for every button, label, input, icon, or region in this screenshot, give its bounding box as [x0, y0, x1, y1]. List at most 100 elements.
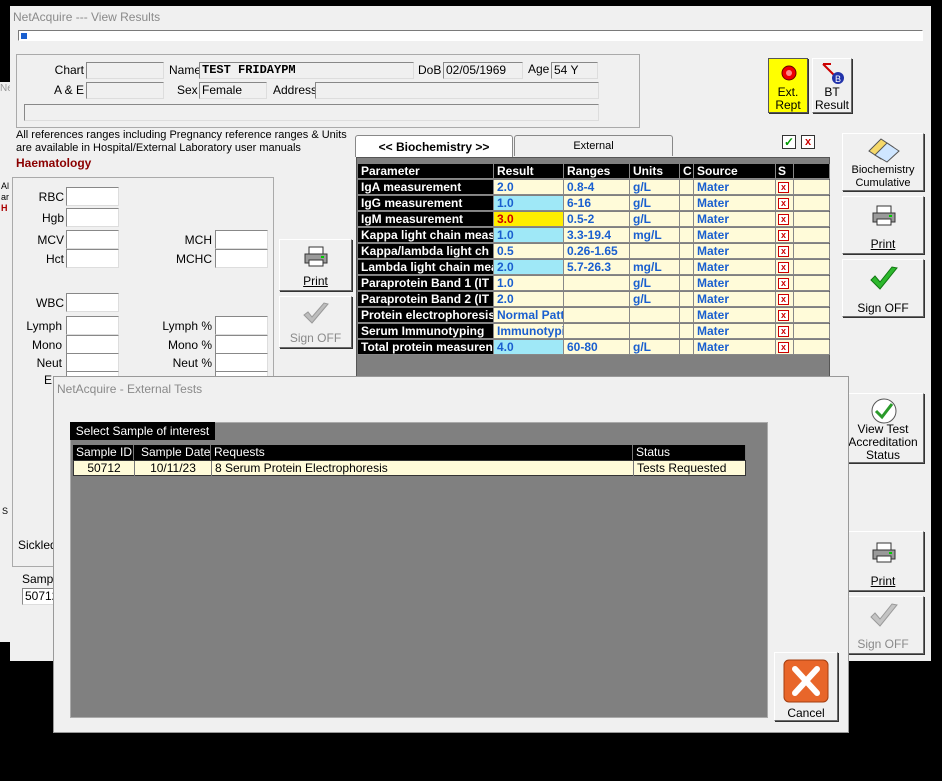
- neut-field[interactable]: [66, 353, 119, 372]
- cell-c: [680, 340, 694, 355]
- cell-s[interactable]: x: [776, 228, 794, 243]
- table-row[interactable]: Protein electrophoresis Normal Patt Mater x: [358, 308, 830, 324]
- ae-field[interactable]: [86, 82, 164, 99]
- unselected-checkbox-icon[interactable]: x: [778, 326, 789, 338]
- dialog-header-requests[interactable]: Requests: [211, 445, 633, 460]
- unselected-checkbox-icon[interactable]: x: [778, 214, 789, 226]
- sign-off-button-right[interactable]: Sign OFF: [842, 259, 924, 317]
- cell-result: 2.0: [494, 260, 564, 275]
- mcv-field[interactable]: [66, 230, 119, 249]
- lymph-field[interactable]: [66, 316, 119, 335]
- table-row[interactable]: IgA measurement 2.0 0.8-4 g/L Mater x: [358, 180, 830, 196]
- rbc-field[interactable]: [66, 187, 119, 206]
- sex-field[interactable]: Female: [199, 82, 267, 99]
- print-button-lower[interactable]: Print: [842, 531, 924, 591]
- unselected-checkbox-icon[interactable]: x: [778, 310, 789, 322]
- header-s[interactable]: S: [776, 164, 794, 179]
- ext-rept-button[interactable]: Ext. Rept: [768, 58, 808, 113]
- table-row[interactable]: Kappa light chain meas 1.0 3.3-19.4 mg/L Mat…: [358, 228, 830, 244]
- table-row[interactable]: IgM measurement 3.0 0.5-2 g/L Mater x: [358, 212, 830, 228]
- cell-s[interactable]: x: [776, 212, 794, 227]
- cell-s[interactable]: x: [776, 180, 794, 195]
- mono-pct-field[interactable]: [215, 335, 268, 354]
- bt-result-button[interactable]: B BT Result: [812, 58, 852, 113]
- age-label: Age: [528, 62, 550, 76]
- unselected-checkbox-icon[interactable]: x: [778, 342, 789, 354]
- print-button-right[interactable]: Print: [842, 196, 924, 254]
- lymph-pct-field[interactable]: [215, 316, 268, 335]
- tab-external[interactable]: External: [514, 135, 673, 156]
- cell-s[interactable]: x: [776, 324, 794, 339]
- unselected-checkbox-icon[interactable]: x: [778, 262, 789, 274]
- checkmark-icon: [869, 264, 899, 294]
- cell-c: [680, 228, 694, 243]
- table-row[interactable]: Lambda light chain mea 2.0 5.7-26.3 mg/L Mat…: [358, 260, 830, 276]
- mch-field[interactable]: [215, 230, 268, 249]
- cell-c: [680, 212, 694, 227]
- unselected-checkbox-icon[interactable]: x: [778, 198, 789, 210]
- deselect-all-checkbox[interactable]: x: [801, 135, 815, 149]
- header-ranges[interactable]: Ranges: [564, 164, 630, 179]
- cell-s[interactable]: x: [776, 276, 794, 291]
- hct-field[interactable]: [66, 249, 119, 268]
- table-row[interactable]: Serum Immunotyping Immunotypi Mater x: [358, 324, 830, 340]
- print-button-right-label: Print: [870, 237, 896, 251]
- name-field[interactable]: TEST FRIDAYPM: [199, 62, 414, 79]
- cell-s[interactable]: x: [776, 340, 794, 355]
- mono-field[interactable]: [66, 335, 119, 354]
- chart-field[interactable]: [86, 62, 164, 79]
- reference-note-line2: are available in Hospital/External Labor…: [16, 142, 301, 154]
- dialog-header-sample-date[interactable]: Sample Date: [134, 445, 211, 460]
- cell-s[interactable]: x: [776, 260, 794, 275]
- table-row[interactable]: Paraprotein Band 2 (IT 2.0 g/L Mater x: [358, 292, 830, 308]
- cell-s[interactable]: x: [776, 308, 794, 323]
- sample-field[interactable]: 50712: [22, 588, 54, 605]
- table-row[interactable]: Kappa/lambda light ch 0.5 0.26-1.65 Mater x: [358, 244, 830, 260]
- cell-ranges: 0.8-4: [564, 180, 630, 195]
- printer-icon: [303, 246, 329, 268]
- dialog-table-row[interactable]: 50712 10/11/23 8 Serum Protein Electroph…: [73, 460, 746, 476]
- header-source[interactable]: Source: [694, 164, 776, 179]
- dob-field[interactable]: 02/05/1969: [443, 62, 523, 79]
- printer-icon: [871, 542, 897, 564]
- cell-s[interactable]: x: [776, 292, 794, 307]
- header-parameter[interactable]: Parameter: [358, 164, 494, 179]
- print-button-mid[interactable]: Print: [279, 239, 352, 291]
- dialog-header-status[interactable]: Status: [633, 445, 746, 460]
- cell-parameter: Kappa/lambda light ch: [358, 244, 494, 259]
- dialog-header-sample-id[interactable]: Sample ID: [73, 445, 134, 460]
- wbc-field[interactable]: [66, 293, 119, 312]
- cell-s[interactable]: x: [776, 196, 794, 211]
- unselected-checkbox-icon[interactable]: x: [778, 294, 789, 306]
- age-field[interactable]: 54 Y: [551, 62, 598, 79]
- cell-c: [680, 324, 694, 339]
- unselected-checkbox-icon[interactable]: x: [778, 278, 789, 290]
- header-result[interactable]: Result: [494, 164, 564, 179]
- view-test-label-3: Status: [865, 448, 901, 462]
- biochemistry-cumulative-button[interactable]: Biochemistry Cumulative: [842, 133, 924, 191]
- view-test-accreditation-button[interactable]: View Test Accreditation Status: [842, 393, 924, 463]
- table-row[interactable]: Paraprotein Band 1 (IT 1.0 g/L Mater x: [358, 276, 830, 292]
- cell-result: Immunotypi: [494, 324, 564, 339]
- cell-filler: [794, 244, 830, 259]
- cell-s[interactable]: x: [776, 244, 794, 259]
- sign-off-button-lower[interactable]: Sign OFF: [842, 596, 924, 654]
- address-field[interactable]: [315, 82, 599, 99]
- cancel-button-label: Cancel: [787, 706, 825, 720]
- header-units[interactable]: Units: [630, 164, 680, 179]
- cancel-button[interactable]: Cancel: [774, 652, 838, 721]
- table-row[interactable]: Total protein measuren 4.0 60-80 g/L Mater x: [358, 340, 830, 356]
- unselected-checkbox-icon[interactable]: x: [778, 230, 789, 242]
- hgb-field[interactable]: [66, 208, 119, 227]
- mchc-field[interactable]: [215, 249, 268, 268]
- select-all-checkbox[interactable]: ✓: [782, 135, 796, 149]
- unselected-checkbox-icon[interactable]: x: [778, 246, 789, 258]
- header-c[interactable]: C: [680, 164, 694, 179]
- tab-biochemistry[interactable]: << Biochemistry >>: [355, 135, 513, 157]
- cell-result: 2.0: [494, 180, 564, 195]
- patient-extra-field[interactable]: [24, 104, 599, 121]
- sign-off-button-mid[interactable]: Sign OFF: [279, 296, 352, 348]
- neut-pct-field[interactable]: [215, 353, 268, 372]
- table-row[interactable]: IgG measurement 1.0 6-16 g/L Mater x: [358, 196, 830, 212]
- unselected-checkbox-icon[interactable]: x: [778, 182, 789, 194]
